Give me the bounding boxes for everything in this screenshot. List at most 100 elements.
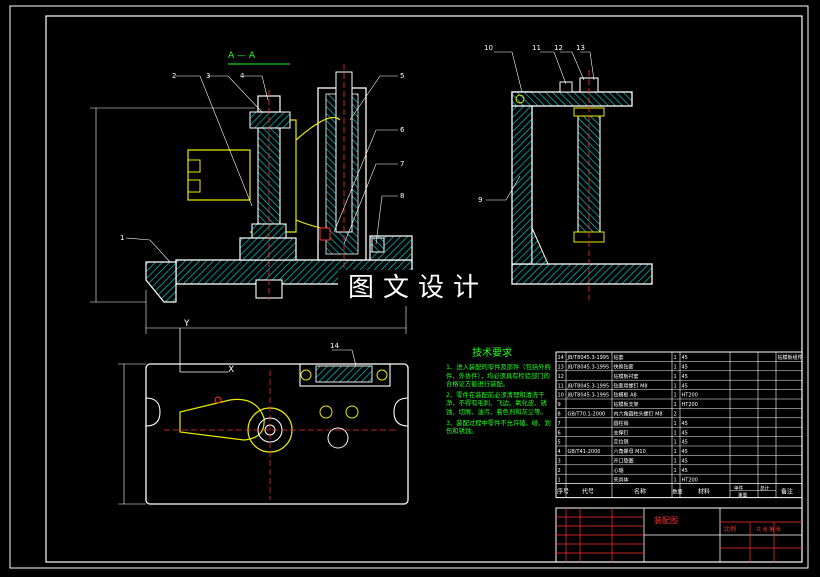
side-view: 10 11 12 13 9 [478,44,653,300]
bom-header-seq: 序号 [557,488,569,496]
bom-cell-seq: 4 [558,449,561,455]
top-view: Y X 14 [118,319,409,505]
bom-cell-material: 45 [682,374,688,380]
bom-cell-seq: 13 [558,365,564,371]
note-3: 3、装配过程中零件不允许磕、碰、划伤和锈蚀。 [446,419,551,436]
balloon-10: 10 [484,44,493,52]
bom-cell-name: 快换钻套 [614,364,634,371]
title-block: 装配图 比例 共 张 第 张 [555,507,803,563]
balloon-5: 5 [400,72,404,80]
bom-cell-seq: 8 [558,412,561,418]
axis-y-label: Y [183,319,190,329]
bom-cell-qty: 1 [674,430,677,436]
sheet-label: 共 张 第 张 [756,526,781,533]
section-label: A — A [228,51,256,61]
bom-cell-material: 45 [682,421,688,427]
bom-cell-material: 45 [682,468,688,474]
bom-cell-qty: 1 [674,459,677,465]
balloon-9: 9 [478,196,482,204]
bom-cell-qty: 1 [674,374,677,380]
bom-header-code: 代号 [582,488,594,496]
scale-label: 比例 [724,525,736,533]
balloon-1: 1 [120,234,124,242]
bom-header-qty: 数量 [673,489,683,496]
bom-cell-name: 钻模板衬套 [614,373,639,380]
bom-cell-code: JB/T8045.3-1995 [567,365,610,371]
technical-notes: 技术要求 1、进入装配的零件及部件（包括外购件、外协件），均必须具有检验部门的合… [446,346,551,436]
bom-cell-name: 钻套 [614,354,624,361]
bom-cell-qty: 1 [674,393,677,399]
axis-x-label: X [228,365,234,375]
bom-cell-qty: 1 [674,477,677,483]
balloon-3: 3 [206,72,210,80]
bom-cell-material: 45 [682,355,688,361]
drawing-name: 装配图 [654,515,678,525]
bom-cell-material: 45 [682,430,688,436]
bom-cell-qty: 1 [674,440,677,446]
bom-cell-seq: 7 [558,421,561,427]
bom-cell-code: JB/T8045.3-1995 [567,383,610,389]
bom-cell-name: 钻模板支架 [614,401,639,408]
bom-header-total: 总计 [760,485,770,492]
bom-cell-qty: 1 [674,449,677,455]
bom-header-material: 材料 [698,488,710,496]
bom-cell-name: 六角螺母 M10 [614,448,646,455]
bom-header-single: 单件 [734,485,744,492]
bom-cell-qty: 2 [674,412,677,418]
bom-cell-code: GB/T70.1-2000 [568,412,606,418]
bom-cell-material: 45 [682,365,688,371]
bom-cell-name: 圆柱销 [614,420,629,427]
bom-cell-code: JB/T8045.3-1995 [567,355,610,361]
bom-cell-name: 定位销 [614,439,629,446]
bom-cell-material: HT200 [682,393,698,399]
bom-cell-name: 开口垫圈 [614,458,634,465]
bom-cell-name: 内六角圆柱头螺钉 M8 [614,411,663,418]
bom-cell-seq: 1 [558,477,561,483]
bom-cell-material: HT200 [682,402,698,408]
bom-cell-material: 45 [682,440,688,446]
note-2: 2、零件在装配前必须清理和清洗干净，不得有毛刺、飞边、氧化皮、锈蚀、切屑、油污、… [446,391,547,416]
bom-table: 14 JB/T8045.3-1995 钻套 1 45 钻模板组件13 JB/T8045.3-… [555,351,803,499]
note-1: 1、进入装配的零件及部件（包括外购件、外协件），均必须具有检验部门的合格证方能进… [446,364,551,389]
bom-header-name: 名称 [634,488,646,496]
balloon-4: 4 [240,72,245,80]
bom-header-remark: 备注 [781,488,793,496]
bom-cell-name: 钻套用螺钉 M8 [614,382,648,389]
bom-cell-remark: 钻模板组件 [778,354,803,361]
watermark: 图文设计 [338,270,498,306]
bom-cell-material: 45 [682,459,688,465]
balloon-6: 6 [400,126,405,134]
bom-cell-material: 45 [682,383,688,389]
bom-header-weight: 重量 [738,492,748,499]
bom-cell-qty: 1 [674,402,677,408]
bom-cell-qty: 1 [674,365,677,371]
bom-cell-seq: 9 [558,402,561,408]
bom-cell-seq: 11 [558,383,564,389]
notes-title: 技术要求 [472,346,512,359]
balloon-12: 12 [554,44,563,52]
bom-cell-material: 45 [682,449,688,455]
bom-cell-code: JB/T8045.3-1995 [567,393,610,399]
bom-cell-seq: 10 [558,393,564,399]
bom-cell-seq: 5 [558,440,561,446]
bom-cell-name: 支撑钉 [614,429,629,436]
bom-cell-seq: 6 [558,430,561,436]
balloon-2: 2 [172,72,176,80]
balloon-13: 13 [576,44,585,52]
bom-cell-material: HT200 [682,477,698,483]
bom-cell-seq: 14 [558,355,564,361]
bom-cell-qty: 1 [674,421,677,427]
bom-cell-code: GB/T41-2000 [568,449,601,455]
bom-cell-seq: 12 [558,374,564,380]
bom-cell-qty: 1 [674,468,677,474]
bom-cell-qty: 1 [674,355,677,361]
bom-cell-name: 夹具体 [614,476,629,483]
bom-cell-seq: 3 [558,459,561,465]
bom-cell-qty: 1 [674,383,677,389]
bom-cell-seq: 2 [558,468,561,474]
bom-cell-name: 钻模板 A8 [614,392,637,399]
balloon-14: 14 [330,342,339,350]
balloon-11: 11 [532,44,541,52]
balloon-7: 7 [400,160,404,168]
balloon-8: 8 [400,192,404,200]
